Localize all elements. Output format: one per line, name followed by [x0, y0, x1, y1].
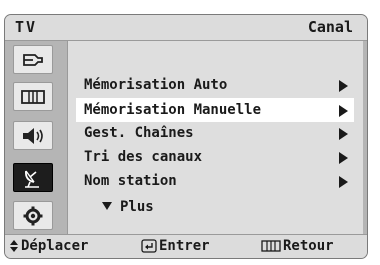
- more-options-item[interactable]: Plus: [102, 197, 154, 217]
- menu-item-station-name[interactable]: Nom station: [76, 169, 354, 193]
- menu-item-label: Mémorisation Auto: [84, 77, 228, 93]
- sidebar-item-setup[interactable]: [13, 201, 53, 230]
- sound-icon: [23, 127, 43, 144]
- submenu-arrow-icon: [339, 105, 348, 117]
- submenu-arrow-icon: [339, 128, 348, 140]
- menu-item-sort-channels[interactable]: Tri des canaux: [76, 145, 354, 169]
- submenu-arrow-icon: [339, 176, 348, 188]
- more-label: Plus: [120, 199, 154, 215]
- menu-key-icon: [261, 240, 281, 252]
- return-label: Retour: [283, 238, 334, 254]
- footer-hint-bar: Déplacer Entrer Retour: [5, 234, 367, 258]
- channel-menu-panel: Mémorisation Auto Mémorisation Manuelle …: [67, 41, 363, 236]
- move-hint: Déplacer: [9, 235, 88, 257]
- menu-item-label: Mémorisation Manuelle: [84, 102, 262, 118]
- menu-item-manual-store[interactable]: Mémorisation Manuelle: [76, 98, 354, 122]
- submenu-arrow-icon: [339, 152, 348, 164]
- move-label: Déplacer: [21, 238, 89, 254]
- up-down-arrows-icon: [10, 240, 18, 252]
- header-bar: TV Canal: [5, 15, 367, 41]
- return-hint: Retour: [261, 235, 334, 257]
- input-source-label: TV: [15, 18, 38, 36]
- menu-item-channel-manager[interactable]: Gest. Chaînes: [76, 121, 354, 145]
- sidebar-item-channel[interactable]: [13, 163, 53, 192]
- tv-osd-menu: TV Canal Mémorisation Auto Mémorisation …: [4, 14, 368, 259]
- menu-item-label: Tri des canaux: [84, 149, 203, 165]
- sidebar-item-picture[interactable]: [13, 82, 53, 111]
- menu-item-auto-store[interactable]: Mémorisation Auto: [76, 73, 354, 97]
- enter-label: Entrer: [159, 238, 210, 254]
- channel-satellite-icon: [25, 170, 39, 188]
- enter-hint: Entrer: [141, 235, 210, 257]
- submenu-arrow-icon: [339, 80, 348, 92]
- input-source-icon: [23, 53, 43, 66]
- sidebar-item-input[interactable]: [13, 45, 53, 74]
- menu-item-label: Nom station: [84, 173, 177, 189]
- enter-key-icon: [141, 239, 157, 253]
- sidebar-item-sound[interactable]: [13, 121, 53, 150]
- menu-item-label: Gest. Chaînes: [84, 125, 194, 141]
- category-sidebar: [5, 41, 61, 236]
- setup-gear-icon: [23, 206, 43, 225]
- picture-icon: [21, 89, 45, 104]
- menu-title: Canal: [307, 18, 353, 36]
- down-arrow-icon: [102, 202, 112, 210]
